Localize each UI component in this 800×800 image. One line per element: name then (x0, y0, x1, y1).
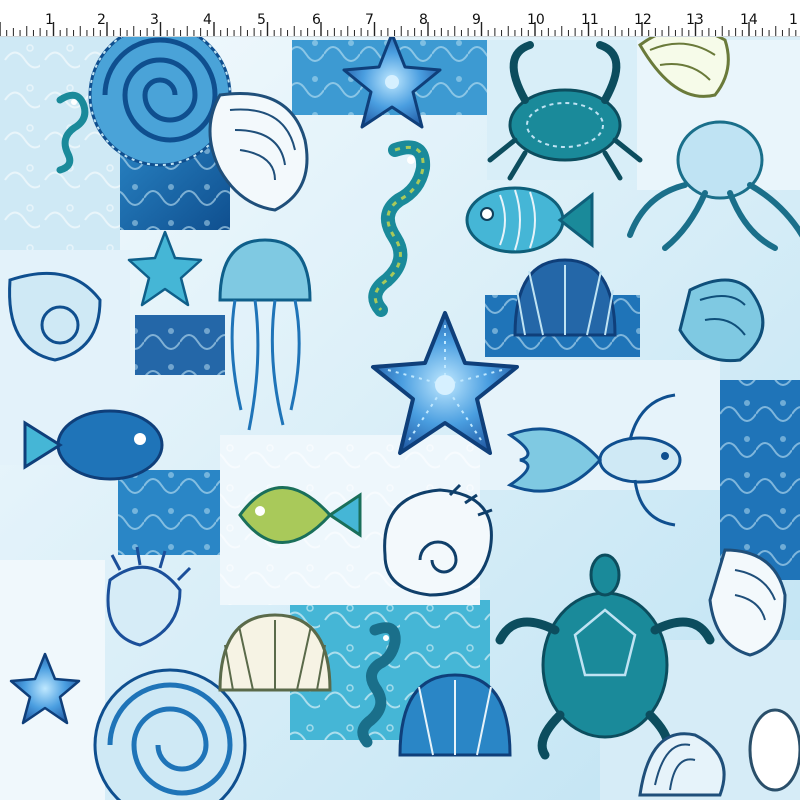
ruler-ticks (0, 22, 797, 36)
ruler-number: 11 (581, 12, 599, 28)
ammonite-icon (88, 36, 232, 167)
scallop-icon (513, 258, 617, 337)
ruler-number: 1 (789, 12, 798, 28)
ruler-number: 7 (365, 12, 374, 28)
ruler-number: 2 (97, 12, 106, 28)
fabric-swatch: 1 2 3 4 5 6 7 8 9 10 11 12 13 14 1 (0, 0, 800, 800)
ruler-number: 14 (740, 12, 758, 28)
frame-ornament (748, 708, 800, 792)
ruler-number: 13 (686, 12, 704, 28)
measurement-ruler: 1 2 3 4 5 6 7 8 9 10 11 12 13 14 1 (0, 0, 800, 37)
ruler-number: 1 (45, 12, 54, 28)
ruler-number: 10 (527, 12, 545, 28)
ruler-number: 3 (150, 12, 159, 28)
ruler-number: 8 (419, 12, 428, 28)
sea-life-collage (0, 36, 800, 800)
ruler-numbers: 1 2 3 4 5 6 7 8 9 10 11 12 13 14 1 (45, 12, 798, 28)
ruler-number: 12 (634, 12, 652, 28)
ruler-scale: 1 2 3 4 5 6 7 8 9 10 11 12 13 14 1 (0, 12, 798, 36)
ruler-number: 9 (472, 12, 481, 28)
ruler-number: 4 (203, 12, 212, 28)
ruler-number: 5 (257, 12, 266, 28)
ruler-number: 6 (312, 12, 321, 28)
